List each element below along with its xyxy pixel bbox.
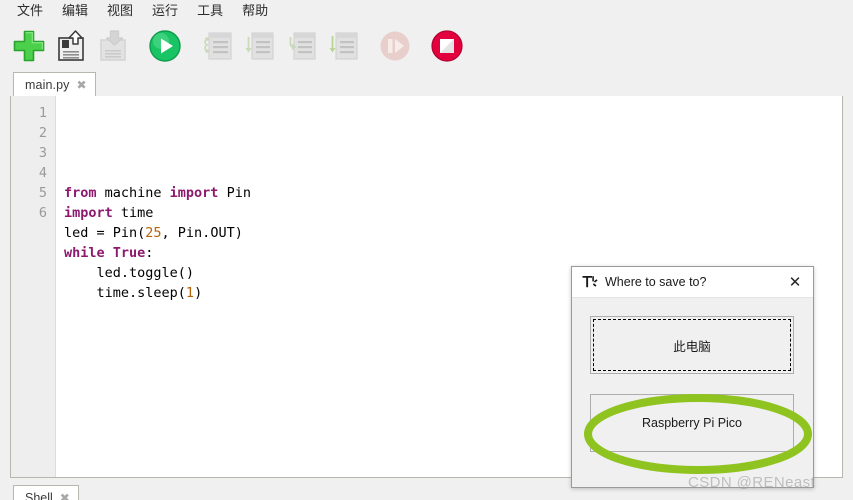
code-line: import time xyxy=(64,203,251,223)
code-token: import xyxy=(64,205,121,221)
line-number: 1 xyxy=(38,105,47,121)
code-token: , Pin.OUT) xyxy=(161,225,243,241)
tab-shell[interactable]: Shell ✖ xyxy=(13,485,79,500)
stop-icon xyxy=(431,30,463,62)
code-token: 1 xyxy=(185,285,195,301)
step-into-button[interactable] xyxy=(282,26,320,66)
close-icon[interactable]: ✕ xyxy=(783,271,807,293)
save-file-button[interactable] xyxy=(94,26,132,66)
code-line: led.toggle() xyxy=(64,263,251,283)
plus-icon xyxy=(13,30,45,62)
tab-label: main.py xyxy=(25,77,70,92)
folder-open-icon xyxy=(58,30,84,61)
run-button[interactable] xyxy=(146,26,184,66)
thonny-window: 文件 编辑 视图 运行 工具 帮助 main.py ✖ 1 2 3 4 5 6 … xyxy=(0,0,853,500)
editor-tab-strip: main.py ✖ xyxy=(10,72,843,97)
close-icon[interactable]: ✖ xyxy=(76,79,86,91)
save-target-dialog: Where to save to? ✕ 此电脑 Raspberry Pi Pic… xyxy=(571,266,814,488)
menu-help[interactable]: 帮助 xyxy=(234,2,276,21)
save-target-this-computer-label: 此电脑 xyxy=(673,339,711,354)
menu-tools[interactable]: 工具 xyxy=(189,2,231,21)
save-target-raspberry-pi-pico[interactable]: Raspberry Pi Pico xyxy=(590,394,794,452)
code-token: machine xyxy=(104,185,170,201)
line-number: 4 xyxy=(38,165,47,181)
code-token: : xyxy=(145,245,154,261)
stop-button[interactable] xyxy=(428,26,466,66)
debug-icon xyxy=(204,32,232,60)
line-number-gutter: 1 2 3 4 5 6 xyxy=(11,96,56,477)
menu-edit[interactable]: 编辑 xyxy=(54,2,96,21)
play-icon xyxy=(149,30,181,62)
menu-bar: 文件 编辑 视图 运行 工具 帮助 xyxy=(0,0,853,22)
code-token: Pin xyxy=(226,185,251,201)
line-number: 2 xyxy=(38,125,47,141)
thonny-logo-icon xyxy=(581,274,598,291)
resume-icon xyxy=(380,31,410,61)
step-over-icon xyxy=(245,32,274,60)
code-line: time.sleep(1) xyxy=(64,283,251,303)
dialog-title: Where to save to? xyxy=(605,275,707,289)
menu-file[interactable]: 文件 xyxy=(9,2,51,21)
step-into-icon xyxy=(289,32,316,60)
line-number: 3 xyxy=(38,145,47,161)
code-token: True xyxy=(112,245,146,261)
code-token: ) xyxy=(194,285,203,301)
code-token: from xyxy=(64,185,105,201)
shell-tab-label: Shell xyxy=(25,490,53,500)
code-token: led.toggle() xyxy=(64,265,195,281)
save-target-this-computer[interactable]: 此电脑 xyxy=(590,316,794,374)
toolbar xyxy=(0,22,853,70)
code-token: time.sleep( xyxy=(64,285,186,301)
code-text[interactable]: from machine import Pin import time led = … xyxy=(57,96,251,303)
dialog-body: 此电脑 Raspberry Pi Pico xyxy=(572,298,813,488)
step-over-button[interactable] xyxy=(240,26,278,66)
menu-run[interactable]: 运行 xyxy=(144,2,186,21)
save-icon xyxy=(100,30,126,61)
code-token: import xyxy=(169,185,227,201)
menu-view[interactable]: 视图 xyxy=(99,2,141,21)
code-token: led = Pin( xyxy=(64,225,146,241)
code-token: 25 xyxy=(145,225,162,241)
new-file-button[interactable] xyxy=(10,26,48,66)
open-file-button[interactable] xyxy=(52,26,90,66)
line-number: 6 xyxy=(38,205,47,221)
code-line: from machine import Pin xyxy=(64,183,251,203)
dialog-title-bar: Where to save to? ✕ xyxy=(572,267,813,298)
code-token: while xyxy=(64,245,113,261)
debug-button[interactable] xyxy=(198,26,236,66)
code-line: while True: xyxy=(64,243,251,263)
save-target-raspberry-pi-pico-label: Raspberry Pi Pico xyxy=(641,416,743,430)
tab-main-py[interactable]: main.py ✖ xyxy=(13,72,96,97)
step-out-button[interactable] xyxy=(324,26,362,66)
line-number: 5 xyxy=(38,185,47,201)
step-out-icon xyxy=(329,32,358,60)
code-line: led = Pin(25, Pin.OUT) xyxy=(64,223,251,243)
close-icon[interactable]: ✖ xyxy=(60,492,70,500)
resume-button[interactable] xyxy=(376,26,414,66)
code-token: time xyxy=(120,205,154,221)
